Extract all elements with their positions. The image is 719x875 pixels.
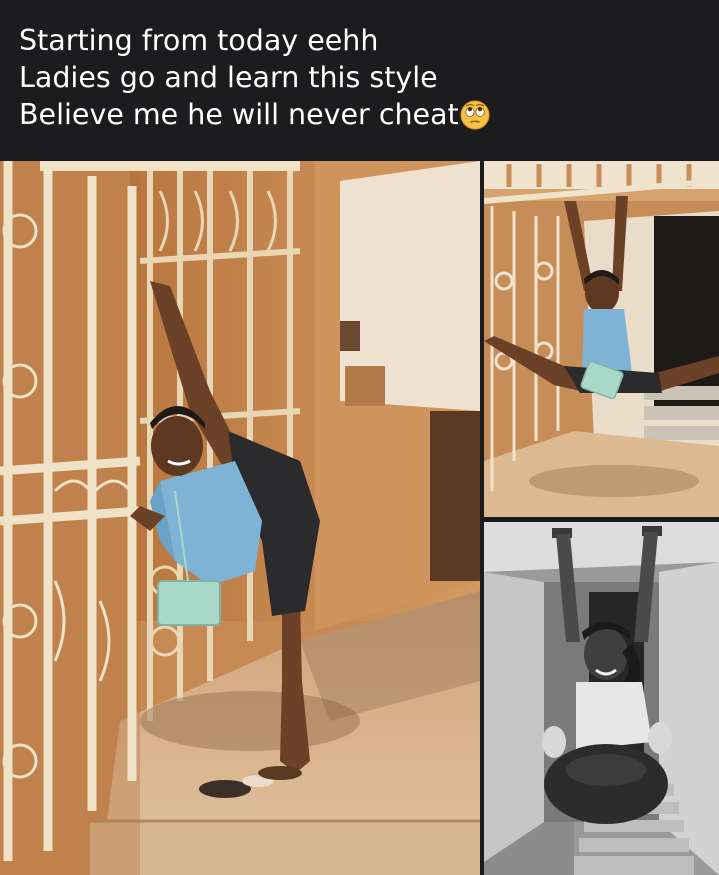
hanging-pose-photo (484, 522, 719, 875)
caption-line-3-text: Believe me he will never cheat (19, 98, 459, 131)
meme-post: Starting from today eehh Ladies go and l… (0, 0, 719, 875)
standing-split-photo (0, 161, 480, 875)
caption-line-1: Starting from today eehh (19, 24, 379, 57)
caption-line-3: Believe me he will never cheat (19, 96, 719, 139)
caption-line-2: Ladies go and learn this style (19, 61, 438, 94)
hanging-split-photo (484, 161, 719, 517)
face-with-rolling-eyes-icon (460, 100, 490, 139)
caption: Starting from today eehh Ladies go and l… (0, 0, 719, 158)
